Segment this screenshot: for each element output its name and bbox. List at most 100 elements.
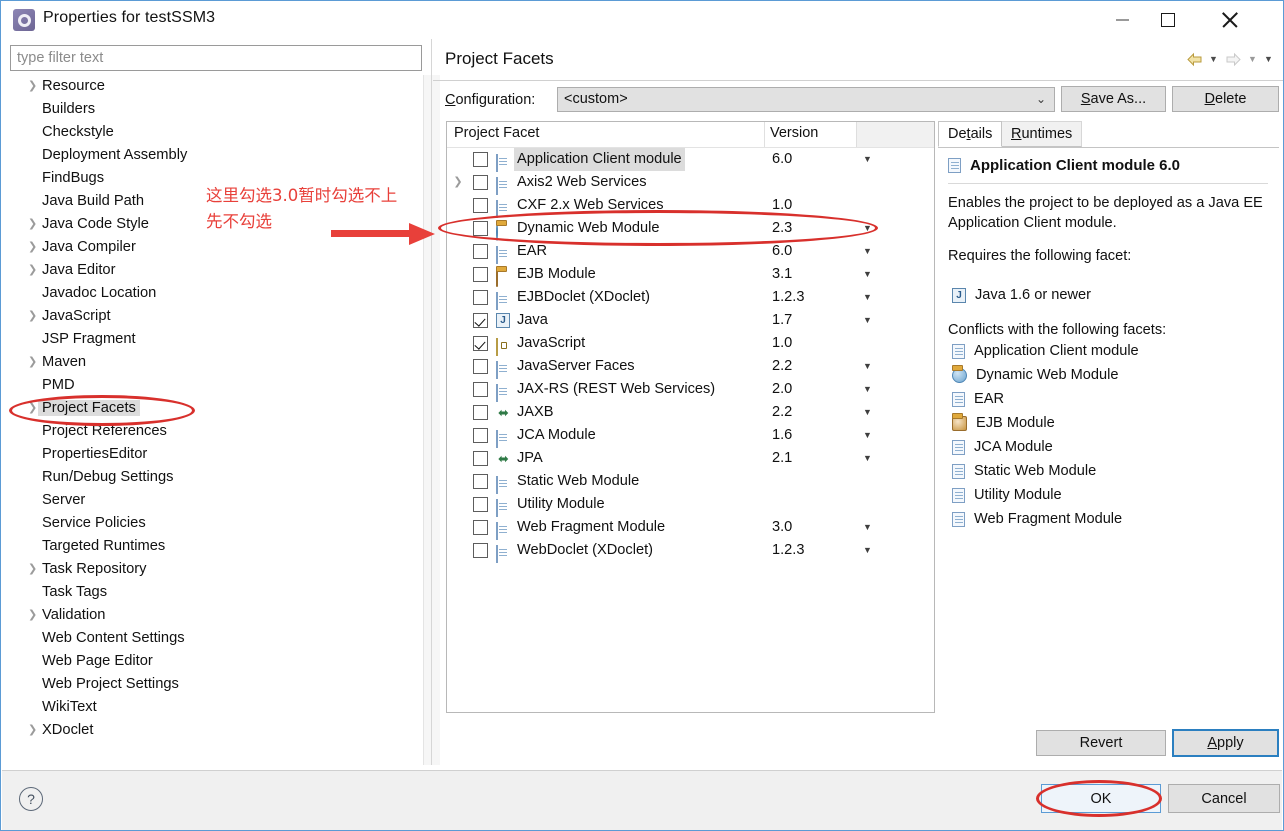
sidebar-item-java-editor[interactable]: ❯ Java Editor xyxy=(10,259,422,282)
table-row[interactable]: Utility Module xyxy=(447,493,934,517)
facet-checkbox[interactable] xyxy=(473,152,488,167)
sidebar-item-web-project-settings[interactable]: Web Project Settings xyxy=(10,673,422,696)
version-dropdown-icon[interactable]: ▼ xyxy=(863,309,872,332)
tab-details[interactable]: Details xyxy=(938,121,1003,147)
sidebar-item-server[interactable]: Server xyxy=(10,489,422,512)
sidebar-item-web-content-settings[interactable]: Web Content Settings xyxy=(10,627,422,650)
sidebar-item-project-references[interactable]: Project References xyxy=(10,420,422,443)
maximize-button[interactable] xyxy=(1145,1,1191,39)
sidebar-item-web-page-editor[interactable]: Web Page Editor xyxy=(10,650,422,673)
facet-checkbox[interactable] xyxy=(473,359,488,374)
version-dropdown-icon[interactable]: ▼ xyxy=(863,286,872,309)
sidebar-item-checkstyle[interactable]: Checkstyle xyxy=(10,121,422,144)
facet-table[interactable]: Project Facet Version Application Client… xyxy=(446,121,935,713)
table-row[interactable]: ❯ Axis2 Web Services xyxy=(447,171,934,195)
version-dropdown-icon[interactable]: ▼ xyxy=(863,378,872,401)
table-row[interactable]: JavaServer Faces 2.2 ▼ xyxy=(447,355,934,379)
chevron-right-icon[interactable]: ❯ xyxy=(28,236,38,259)
sidebar-item-maven[interactable]: ❯ Maven xyxy=(10,351,422,374)
sidebar-item-propertieseditor[interactable]: PropertiesEditor xyxy=(10,443,422,466)
table-row[interactable]: J Java 1.7 ▼ xyxy=(447,309,934,332)
facet-checkbox[interactable] xyxy=(473,497,488,512)
table-row[interactable]: Application Client module 6.0 ▼ xyxy=(447,148,934,172)
version-dropdown-icon[interactable]: ▼ xyxy=(863,401,872,424)
version-dropdown-icon[interactable]: ▼ xyxy=(863,263,872,286)
version-dropdown-icon[interactable]: ▼ xyxy=(863,539,872,562)
sidebar-item-wikitext[interactable]: WikiText xyxy=(10,696,422,719)
facet-checkbox[interactable] xyxy=(473,290,488,305)
sidebar-item-task-tags[interactable]: Task Tags xyxy=(10,581,422,604)
sidebar-item-javascript[interactable]: ❯ JavaScript xyxy=(10,305,422,328)
navigation-toolbar[interactable]: ▼ ▼ ▼ xyxy=(1184,49,1275,69)
facet-checkbox[interactable] xyxy=(473,451,488,466)
table-row[interactable]: EAR 6.0 ▼ xyxy=(447,240,934,264)
table-row[interactable]: CXF 2.x Web Services 1.0 xyxy=(447,194,934,218)
sidebar-item-service-policies[interactable]: Service Policies xyxy=(10,512,422,535)
sidebar-item-resource[interactable]: ❯ Resource xyxy=(10,75,422,98)
facet-checkbox[interactable] xyxy=(473,175,488,190)
search-input[interactable]: type filter text xyxy=(10,45,422,71)
sidebar-item-validation[interactable]: ❯ Validation xyxy=(10,604,422,627)
facet-checkbox[interactable] xyxy=(473,336,488,351)
chevron-right-icon[interactable]: ❯ xyxy=(28,259,38,282)
facet-checkbox[interactable] xyxy=(473,474,488,489)
apply-button[interactable]: Apply xyxy=(1172,729,1279,757)
facet-checkbox[interactable] xyxy=(473,221,488,236)
column-header-facet[interactable]: Project Facet xyxy=(454,125,539,141)
back-arrow-icon[interactable] xyxy=(1184,49,1204,69)
table-row[interactable]: EJBDoclet (XDoclet) 1.2.3 ▼ xyxy=(447,286,934,310)
version-dropdown-icon[interactable]: ▼ xyxy=(863,516,872,539)
close-button[interactable] xyxy=(1207,1,1253,39)
chevron-right-icon[interactable]: ❯ xyxy=(28,351,38,374)
chevron-right-icon[interactable]: ❯ xyxy=(28,558,38,581)
table-row[interactable]: Dynamic Web Module 2.3 ▼ xyxy=(447,217,934,241)
table-row[interactable]: JAX-RS (REST Web Services) 2.0 ▼ xyxy=(447,378,934,402)
table-row[interactable]: ⬌ JAXB 2.2 ▼ xyxy=(447,401,934,424)
chevron-right-icon[interactable]: ❯ xyxy=(453,171,463,194)
table-row[interactable]: Static Web Module xyxy=(447,470,934,494)
delete-button[interactable]: Delete xyxy=(1172,86,1279,112)
sidebar-item-run-debug-settings[interactable]: Run/Debug Settings xyxy=(10,466,422,489)
column-header-version[interactable]: Version xyxy=(770,125,818,141)
configuration-combo[interactable]: <custom> ⌄ xyxy=(557,87,1055,112)
facet-checkbox[interactable] xyxy=(473,313,488,328)
facet-checkbox[interactable] xyxy=(473,244,488,259)
minimize-button[interactable] xyxy=(1099,1,1145,39)
facet-checkbox[interactable] xyxy=(473,382,488,397)
facet-checkbox[interactable] xyxy=(473,543,488,558)
table-row[interactable]: JavaScript 1.0 xyxy=(447,332,934,356)
chevron-right-icon[interactable]: ❯ xyxy=(28,213,38,236)
version-dropdown-icon[interactable]: ▼ xyxy=(863,355,872,378)
chevron-right-icon[interactable]: ❯ xyxy=(28,305,38,328)
back-dropdown-icon[interactable]: ▼ xyxy=(1207,54,1220,64)
settings-tree[interactable]: ❯ Resource Builders Checkstyle Deployment As… xyxy=(10,75,422,765)
save-as-button[interactable]: Save As... xyxy=(1061,86,1166,112)
sidebar-item-deployment-assembly[interactable]: Deployment Assembly xyxy=(10,144,422,167)
table-row[interactable]: JCA Module 1.6 ▼ xyxy=(447,424,934,448)
help-icon[interactable]: ? xyxy=(19,787,43,811)
chevron-right-icon[interactable]: ❯ xyxy=(28,397,38,420)
facet-checkbox[interactable] xyxy=(473,428,488,443)
sidebar-item-task-repository[interactable]: ❯ Task Repository xyxy=(10,558,422,581)
facet-checkbox[interactable] xyxy=(473,520,488,535)
chevron-right-icon[interactable]: ❯ xyxy=(28,719,38,742)
cancel-button[interactable]: Cancel xyxy=(1168,784,1280,813)
table-row[interactable]: Web Fragment Module 3.0 ▼ xyxy=(447,516,934,540)
facet-checkbox[interactable] xyxy=(473,267,488,282)
version-dropdown-icon[interactable]: ▼ xyxy=(863,424,872,447)
view-menu-icon[interactable]: ▼ xyxy=(1262,54,1275,64)
sidebar-item-pmd[interactable]: PMD xyxy=(10,374,422,397)
tab-runtimes[interactable]: Runtimes xyxy=(1001,121,1083,147)
chevron-right-icon[interactable]: ❯ xyxy=(28,75,38,98)
revert-button[interactable]: Revert xyxy=(1036,730,1166,756)
version-dropdown-icon[interactable]: ▼ xyxy=(863,447,872,470)
version-dropdown-icon[interactable]: ▼ xyxy=(863,240,872,263)
facet-checkbox[interactable] xyxy=(473,405,488,420)
table-row[interactable]: ⬌ JPA 2.1 ▼ xyxy=(447,447,934,470)
table-row[interactable]: WebDoclet (XDoclet) 1.2.3 ▼ xyxy=(447,539,934,563)
sidebar-item-xdoclet[interactable]: ❯ XDoclet xyxy=(10,719,422,742)
sidebar-item-targeted-runtimes[interactable]: Targeted Runtimes xyxy=(10,535,422,558)
table-row[interactable]: EJB Module 3.1 ▼ xyxy=(447,263,934,287)
version-dropdown-icon[interactable]: ▼ xyxy=(863,148,872,171)
sidebar-item-javadoc-location[interactable]: Javadoc Location xyxy=(10,282,422,305)
